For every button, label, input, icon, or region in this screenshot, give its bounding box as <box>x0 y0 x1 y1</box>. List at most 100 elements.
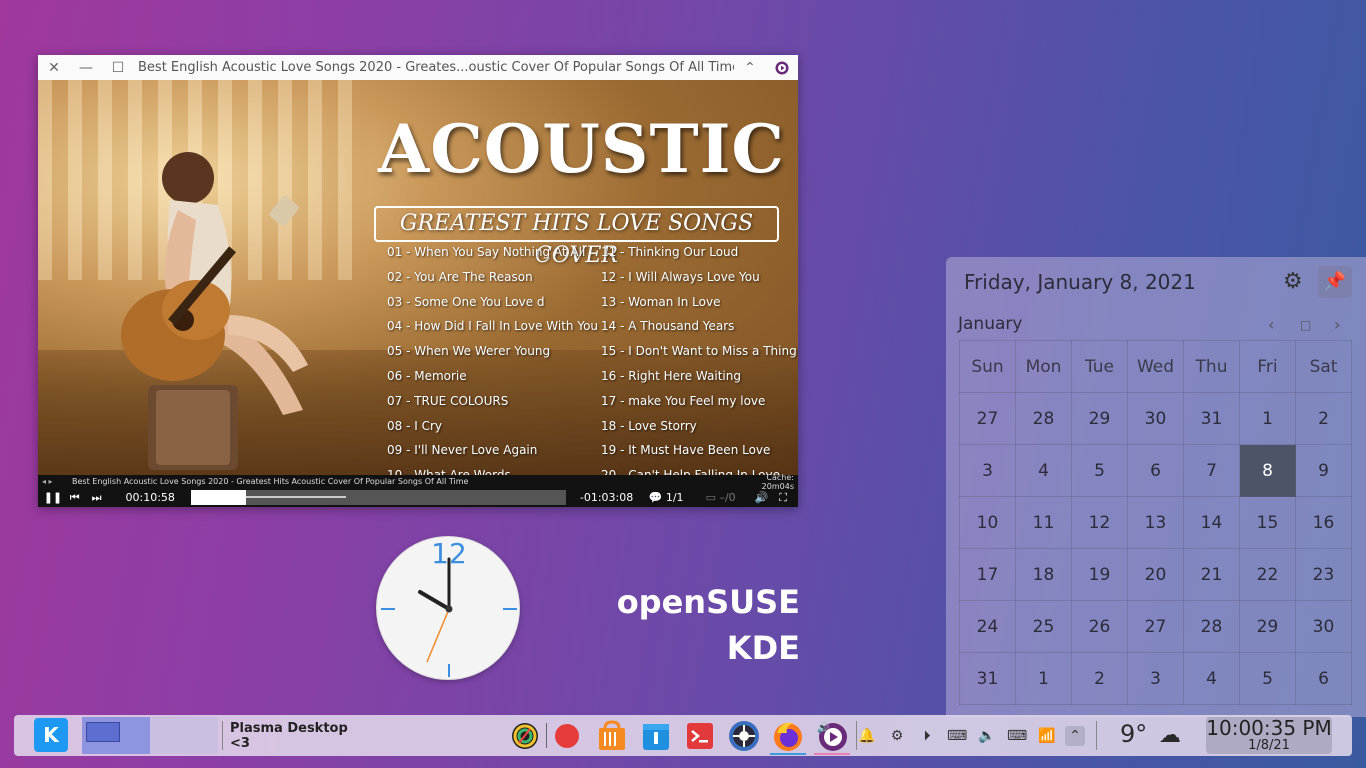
day-cell[interactable]: 27 <box>959 392 1016 445</box>
analog-clock-widget[interactable]: 12 <box>376 536 520 680</box>
keyboard-layout-icon[interactable]: ⌨ <box>947 726 967 746</box>
volume-tray-icon[interactable]: 🔈 <box>977 726 997 746</box>
track-item: 13 - Woman In Love <box>601 294 721 309</box>
day-cell[interactable]: 22 <box>1239 548 1296 601</box>
elapsed-time[interactable]: 00:10:58 <box>115 491 184 504</box>
day-cell[interactable]: 2 <box>1071 652 1128 705</box>
discover-store-icon[interactable] <box>594 715 630 756</box>
day-cell[interactable]: 17 <box>959 548 1016 601</box>
maximize-icon[interactable]: ☐ <box>102 55 134 80</box>
track-item: 11 - Thinking Our Loud <box>601 245 739 259</box>
day-cell[interactable]: 15 <box>1239 496 1296 549</box>
playlist-prev-next-icon[interactable]: ◂ ▸ <box>42 477 72 486</box>
day-cell[interactable]: 9 <box>1295 444 1352 497</box>
weather-widget[interactable]: 9° ☁ <box>1120 720 1181 748</box>
day-cell[interactable]: 3 <box>1127 652 1184 705</box>
branding-line-2: KDE <box>726 629 800 667</box>
window-titlebar[interactable]: ✕ — ☐ Best English Acoustic Love Songs 2… <box>38 55 798 80</box>
volume-icon[interactable]: 🔊 <box>750 491 772 504</box>
subtitle-track-value: 1/1 <box>665 491 684 504</box>
digital-clock[interactable]: 10:00:35 PM 1/8/21 <box>1206 717 1332 754</box>
mpv-window[interactable]: ✕ — ☐ Best English Acoustic Love Songs 2… <box>38 55 798 507</box>
day-cell[interactable]: 5 <box>1071 444 1128 497</box>
day-cell[interactable]: 5 <box>1239 652 1296 705</box>
mpv-task-icon[interactable]: 🔊 <box>814 715 850 756</box>
terminal-app-icon[interactable] <box>682 715 718 756</box>
settings-gear-icon[interactable]: ⚙ <box>1283 269 1303 294</box>
day-cell[interactable]: 7 <box>1183 444 1240 497</box>
audio-track-value: –/0 <box>719 491 736 504</box>
virtual-desktop-2[interactable] <box>150 717 218 754</box>
day-cell[interactable]: 30 <box>1127 392 1184 445</box>
skip-back-icon[interactable]: ⏮ <box>64 491 86 505</box>
day-cell[interactable]: 16 <box>1295 496 1352 549</box>
today-day-cell[interactable]: 8 <box>1239 444 1296 497</box>
settings-tray-icon[interactable]: ⚙ <box>887 726 907 746</box>
day-cell[interactable]: 27 <box>1127 600 1184 653</box>
notifications-bell-icon[interactable]: 🔔 <box>857 726 877 746</box>
taskbar-panel: K Plasma Desktop <3 🔊 🔔 ⚙ ⏵ ⌨ 🔈 ⌨ 📶 ⌃ 9°… <box>14 715 1352 756</box>
keep-above-icon[interactable]: ⌃ <box>734 55 766 80</box>
day-cell[interactable]: 21 <box>1183 548 1240 601</box>
day-cell[interactable]: 19 <box>1071 548 1128 601</box>
day-cell[interactable]: 28 <box>1015 392 1072 445</box>
day-cell[interactable]: 12 <box>1071 496 1128 549</box>
remaining-time[interactable]: -01:03:08 <box>572 491 641 504</box>
day-cell[interactable]: 10 <box>959 496 1016 549</box>
task-button-plasma-desktop[interactable]: Plasma Desktop <3 <box>230 715 370 756</box>
seek-bar[interactable] <box>190 490 566 505</box>
archive-manager-icon[interactable] <box>638 715 674 756</box>
minimize-icon[interactable]: — <box>70 55 102 80</box>
day-cell[interactable]: 29 <box>1239 600 1296 653</box>
close-icon[interactable]: ✕ <box>38 55 70 80</box>
mpv-app-icon[interactable] <box>766 55 798 80</box>
wifi-network-icon[interactable]: 📶 <box>1037 726 1057 746</box>
day-cell[interactable]: 30 <box>1295 600 1352 653</box>
input-method-icon[interactable]: ⌨ <box>1007 726 1027 746</box>
reset-today-icon[interactable]: □ <box>1300 318 1311 332</box>
media-player-tray-icon[interactable]: ⏵ <box>917 726 937 746</box>
day-cell[interactable]: 14 <box>1183 496 1240 549</box>
firefox-browser-icon[interactable] <box>770 715 806 756</box>
day-cell[interactable]: 4 <box>1183 652 1240 705</box>
virtual-desktop-1[interactable] <box>82 717 150 754</box>
fullscreen-icon[interactable]: ⛶ <box>772 491 794 505</box>
system-settings-icon[interactable] <box>726 715 762 756</box>
record-app-icon[interactable] <box>550 715 584 756</box>
media-title: Best English Acoustic Love Songs 2020 - … <box>72 477 469 486</box>
day-cell[interactable]: 6 <box>1295 652 1352 705</box>
day-cell[interactable]: 11 <box>1015 496 1072 549</box>
day-cell[interactable]: 20 <box>1127 548 1184 601</box>
day-cell[interactable]: 18 <box>1015 548 1072 601</box>
day-cell[interactable]: 1 <box>1239 392 1296 445</box>
previous-month-icon[interactable]: ‹ <box>1268 315 1274 334</box>
audio-track-icon: ▭ <box>705 491 716 504</box>
day-cell[interactable]: 23 <box>1295 548 1352 601</box>
day-cell[interactable]: 31 <box>959 652 1016 705</box>
calendar-month-label[interactable]: January <box>958 314 1022 334</box>
expand-tray-chevron-icon[interactable]: ⌃ <box>1065 726 1085 746</box>
track-item: 08 - I Cry <box>387 418 442 433</box>
day-cell[interactable]: 24 <box>959 600 1016 653</box>
color-picker-app-icon[interactable] <box>508 715 542 756</box>
pause-icon[interactable]: ❚❚ <box>42 491 64 504</box>
pin-icon[interactable]: 📌 <box>1318 266 1352 298</box>
day-cell[interactable]: 25 <box>1015 600 1072 653</box>
day-cell[interactable]: 3 <box>959 444 1016 497</box>
day-cell[interactable]: 1 <box>1015 652 1072 705</box>
day-cell[interactable]: 26 <box>1071 600 1128 653</box>
audio-track[interactable]: ▭ –/0 <box>691 491 751 504</box>
subtitle-track[interactable]: 💬 1/1 <box>641 491 691 504</box>
player-controls: ◂ ▸ Best English Acoustic Love Songs 202… <box>38 473 798 507</box>
day-cell[interactable]: 2 <box>1295 392 1352 445</box>
day-cell[interactable]: 6 <box>1127 444 1184 497</box>
next-month-icon[interactable]: › <box>1334 315 1340 334</box>
day-cell[interactable]: 29 <box>1071 392 1128 445</box>
video-frame[interactable]: ACOUSTIC GREATEST HITS LOVE SONGS COVER … <box>38 80 798 475</box>
skip-forward-icon[interactable]: ⏭ <box>86 491 108 505</box>
day-cell[interactable]: 31 <box>1183 392 1240 445</box>
day-cell[interactable]: 13 <box>1127 496 1184 549</box>
application-launcher-icon[interactable]: K <box>34 718 68 752</box>
day-cell[interactable]: 28 <box>1183 600 1240 653</box>
day-cell[interactable]: 4 <box>1015 444 1072 497</box>
